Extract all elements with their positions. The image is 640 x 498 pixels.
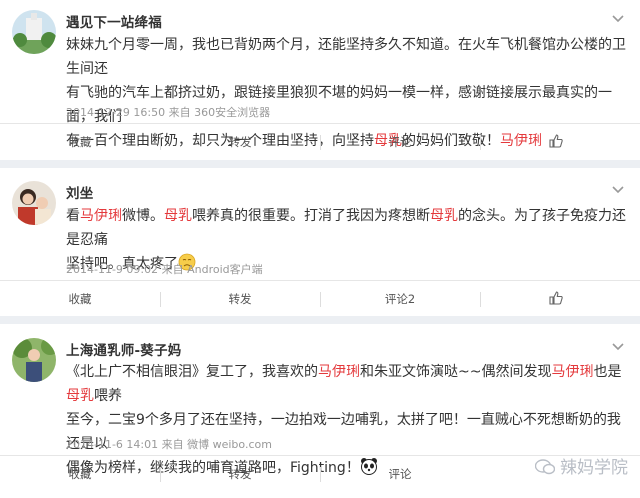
highlight-link[interactable]: 马伊琍 [551,364,593,380]
content-text: 也是 [593,364,622,380]
divider [480,292,481,307]
content-text: 和朱亚文饰演哒~~偶然间发现 [360,364,552,380]
post-meta: 2014-11-6 14:01 来自 微博 weibo.com [66,438,272,451]
watermark-text: 辣妈学院 [560,458,628,478]
username[interactable]: 遇见下一站绛福 [66,11,162,31]
chevron-down-icon[interactable] [610,10,626,26]
like-icon[interactable] [549,134,563,148]
comment-button[interactable]: 评论 [320,124,480,161]
wechat-icon [534,459,555,475]
repost-button[interactable]: 转发 [160,456,320,493]
weibo-post: 遇见下一站绛福 妹妹九个月零一周，我也已背奶两个月，还能坚持多久不知道。在火车飞… [0,0,640,160]
content-line: 《北上广不相信眼泪》复工了，我喜欢的马伊琍和朱亚文饰演哒~~偶然间发现马伊琍也是… [66,360,632,408]
username[interactable]: 刘坐 [66,182,93,202]
content-text: 妹妹九个月零一周，我也已背奶两个月，还能坚持多久不知道。在火车飞机餐馆办公楼的卫… [66,37,626,77]
watermark: 辣妈学院 [534,453,628,478]
post-meta: 2014-12-29 16:50 来自 360安全浏览器 [66,106,271,119]
avatar[interactable] [12,181,56,225]
repost-button[interactable]: 转发 [160,281,320,318]
avatar[interactable] [12,338,56,382]
highlight-link[interactable]: 母乳 [66,388,94,404]
username[interactable]: 上海通乳师-葵子妈 [66,339,181,359]
divider [480,135,481,150]
content-line: 妹妹九个月零一周，我也已背奶两个月，还能坚持多久不知道。在火车飞机餐馆办公楼的卫… [66,33,632,81]
chevron-down-icon[interactable] [610,338,626,354]
highlight-link[interactable]: 马伊琍 [80,208,122,224]
repost-button[interactable]: 转发 [160,124,320,161]
comment-button[interactable]: 评论 [320,456,480,493]
content-line: 看马伊琍微博。母乳喂养真的很重要。打消了我因为疼想断母乳的念头。为了孩子免疫力还… [66,204,632,252]
highlight-link[interactable]: 马伊琍 [318,364,360,380]
content-text: 看 [66,208,80,224]
content-text: 《北上广不相信眼泪》复工了，我喜欢的 [66,364,318,380]
highlight-link[interactable]: 母乳 [164,208,192,224]
content-text: 喂养 [94,388,122,404]
action-bar: 收藏 转发 评论 [0,123,640,160]
weibo-post: 刘坐 看马伊琍微博。母乳喂养真的很重要。打消了我因为疼想断母乳的念头。为了孩子免… [0,168,640,316]
content-text: 喂养真的很重要。打消了我因为疼想断 [192,208,430,224]
favorite-button[interactable]: 收藏 [0,456,160,493]
avatar[interactable] [12,10,56,54]
favorite-button[interactable]: 收藏 [0,281,160,318]
favorite-button[interactable]: 收藏 [0,124,160,161]
content-text: 微博。 [122,208,164,224]
action-bar: 收藏 转发 评论2 [0,280,640,317]
chevron-down-icon[interactable] [610,181,626,197]
comment-button[interactable]: 评论2 [320,281,480,318]
post-meta: 2014-11-9 09:02 来自 Android客户端 [66,263,263,276]
like-icon[interactable] [549,291,563,305]
highlight-link[interactable]: 母乳 [430,208,458,224]
